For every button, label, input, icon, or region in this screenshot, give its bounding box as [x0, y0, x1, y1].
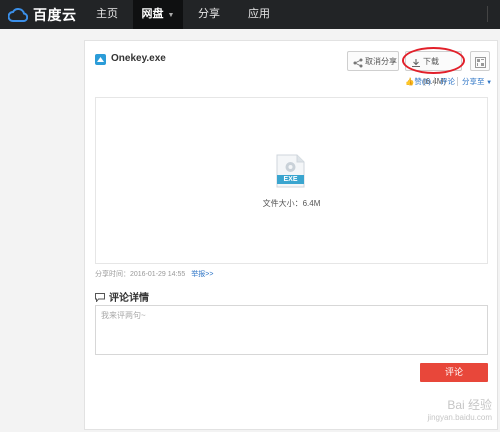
like-button[interactable]: 👍赞(0): [405, 76, 431, 87]
comment-textarea[interactable]: 我来评两句~: [95, 305, 488, 355]
cancel-share-label: 取消分享: [365, 57, 397, 66]
nav-netdisk-label: 网盘: [141, 8, 164, 20]
watermark-text: Bai 经验: [447, 398, 492, 412]
report-link[interactable]: 举报>>: [191, 271, 213, 278]
file-type-icon: [95, 54, 106, 65]
submit-comment-button[interactable]: 评论: [420, 363, 488, 382]
logo-text: 百度云: [33, 7, 77, 23]
exe-badge: EXE: [277, 175, 304, 184]
nav-home-label: 主页: [96, 8, 118, 20]
file-size-label: 文件大小：6.4M: [262, 199, 321, 208]
nav-home[interactable]: 主页: [86, 0, 128, 29]
file-preview: EXE 文件大小：6.4M: [95, 97, 488, 264]
comments-title: 评论详情: [109, 293, 149, 304]
top-right-divider: [487, 6, 498, 22]
watermark-url: jingyan.baidu.com: [427, 413, 492, 422]
like-label: 赞(0): [414, 77, 432, 86]
share-time: 分享时间：2016-01-29 14:55: [95, 271, 186, 278]
qr-code-button[interactable]: [470, 51, 490, 71]
chevron-down-icon: ▼: [167, 12, 175, 19]
nav-share[interactable]: 分享: [188, 0, 230, 29]
nav-apps-label: 应用: [248, 8, 270, 20]
comment-icon: [95, 293, 105, 305]
file-name: Onekey.exe: [111, 53, 166, 64]
comments-heading: 评论详情: [95, 289, 149, 305]
qr-code-icon: [475, 56, 486, 76]
nav-apps[interactable]: 应用: [238, 0, 280, 29]
watermark: Bai 经验 jingyan.baidu.com: [428, 396, 492, 422]
thumbs-up-icon: 👍: [405, 77, 415, 86]
comment-placeholder: 我来评两句~: [101, 311, 146, 320]
nav-share-label: 分享: [198, 8, 220, 20]
share-icon: [353, 56, 363, 76]
cancel-share-button[interactable]: 取消分享: [347, 51, 399, 71]
baidu-cloud-logo[interactable]: 百度云: [8, 5, 77, 25]
share-to-link[interactable]: 分享至 ▼: [462, 76, 492, 87]
share-meta: 分享时间：2016-01-29 14:55 举报>>: [95, 269, 213, 279]
cloud-icon: [8, 8, 28, 22]
top-navbar: 百度云 主页 网盘 ▼ 分享 应用: [0, 0, 500, 29]
highlight-ellipse: [402, 47, 465, 74]
nav-netdisk[interactable]: 网盘 ▼: [133, 0, 183, 29]
comment-link[interactable]: 评论: [440, 76, 455, 87]
chevron-down-icon: ▼: [484, 80, 493, 86]
file-share-card: Onekey.exe 取消分享 下载(6.4M) 👍赞(0) 评论 分享至 ▼ …: [84, 40, 498, 430]
divider: [457, 77, 458, 86]
divider: [434, 77, 435, 86]
exe-file-icon: EXE: [276, 154, 305, 188]
share-to-label: 分享至: [462, 77, 485, 86]
